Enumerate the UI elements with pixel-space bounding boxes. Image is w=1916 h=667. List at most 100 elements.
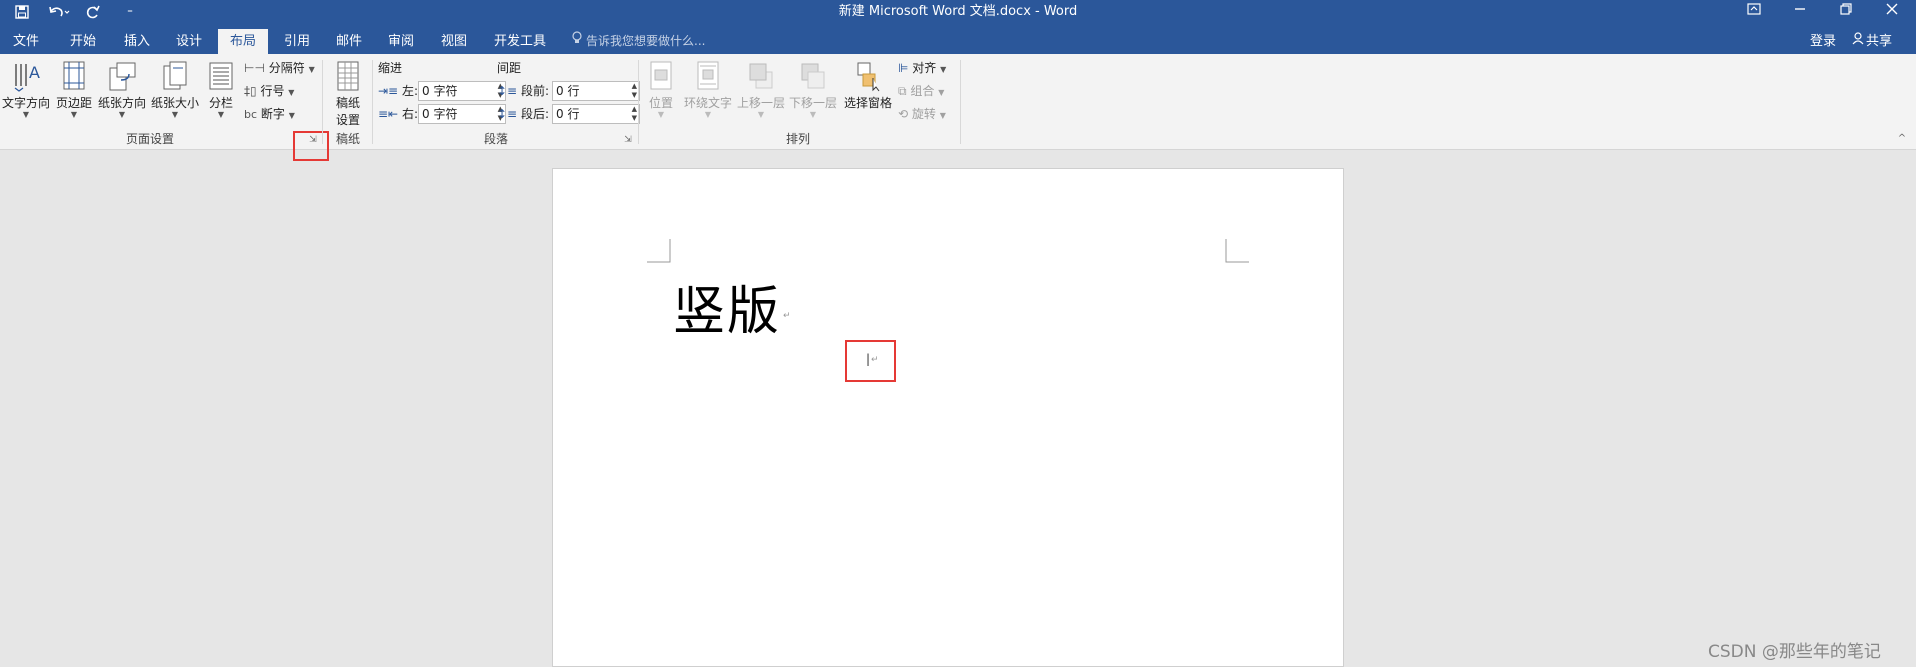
close-icon[interactable] xyxy=(1869,0,1915,24)
indent-left-text: 左: xyxy=(401,84,418,98)
spacing-after-label: ↕≡ 段后: xyxy=(497,104,549,124)
hyphenation-button[interactable]: bc 断字 ▼ xyxy=(244,104,295,124)
columns-button[interactable]: 分栏 ▼ xyxy=(204,60,238,119)
indent-left-label: ⇥≡ 左: xyxy=(378,81,418,101)
indent-right-label: ≡⇤ 右: xyxy=(378,104,418,124)
tab-layout[interactable]: 布局 xyxy=(218,29,268,54)
minimize-icon[interactable] xyxy=(1777,0,1823,24)
breaks-button[interactable]: ⊢⊣ 分隔符 ▼ xyxy=(244,58,315,78)
breaks-label: 分隔符 xyxy=(268,61,305,75)
margins-icon xyxy=(63,61,85,90)
rotate-icon: ⟲ xyxy=(898,107,909,121)
position-button[interactable]: 位置 ▼ xyxy=(644,60,678,119)
indent-heading: 缩进 xyxy=(378,61,403,75)
person-icon xyxy=(1852,29,1864,54)
highlight-box-cursor xyxy=(845,340,896,382)
svg-text:A: A xyxy=(29,63,40,82)
group-button[interactable]: ⧉ 组合 ▼ xyxy=(898,81,944,101)
size-label: 纸张大小 xyxy=(150,96,199,110)
line-numbers-button[interactable]: ‡▯ 行号 ▼ xyxy=(244,81,294,101)
columns-icon xyxy=(209,62,233,90)
paragraph-mark: ↵ xyxy=(783,311,791,321)
wrap-text-icon xyxy=(697,61,719,90)
align-button[interactable]: ⊫ 对齐 ▼ xyxy=(898,58,946,78)
chevron-down-icon: ▼ xyxy=(809,110,817,119)
lightbulb-icon xyxy=(572,29,582,54)
manuscript-settings-button[interactable]: 稿纸 设置 xyxy=(328,60,368,128)
breaks-icon: ⊢⊣ xyxy=(244,61,265,75)
text-direction-label: 文字方向 xyxy=(1,96,50,110)
tab-review[interactable]: 审阅 xyxy=(378,29,424,54)
spacing-after-input[interactable]: 0 行 ▲ ▼ xyxy=(552,104,640,124)
manuscript-icon xyxy=(337,61,359,91)
chevron-down-icon: ▼ xyxy=(118,110,126,119)
line-numbers-label: 行号 xyxy=(260,84,285,98)
selection-pane-button[interactable]: 选择窗格 xyxy=(842,60,894,111)
chevron-down-icon: ▼ xyxy=(22,110,30,119)
document-page[interactable]: 竖版 ↵ | ↵ xyxy=(552,168,1344,667)
tell-me-box[interactable]: 告诉我您想要做什么... xyxy=(572,29,705,54)
tab-mailings[interactable]: 邮件 xyxy=(326,29,372,54)
wrap-text-label: 环绕文字 xyxy=(683,96,732,110)
indent-left-icon: ⇥≡ xyxy=(378,84,399,98)
paragraph-dialog-launcher-icon[interactable]: ⇲ xyxy=(622,135,634,147)
title-bar: ⁼ 新建 Microsoft Word 文档.docx - Word xyxy=(0,0,1916,24)
tab-references[interactable]: 引用 xyxy=(274,29,320,54)
size-button[interactable]: 纸张大小 ▼ xyxy=(150,60,200,119)
manuscript-label-2: 设置 xyxy=(335,113,360,127)
spacing-after-text: 段后: xyxy=(520,107,549,121)
signin-link[interactable]: 登录 xyxy=(1810,29,1836,54)
group-label: 组合 xyxy=(910,84,935,98)
send-backward-button[interactable]: 下移一层 ▼ xyxy=(788,60,838,119)
tab-file[interactable]: 文件 xyxy=(4,29,48,54)
spin-arrows-icon[interactable]: ▲ ▼ xyxy=(632,105,637,123)
margins-label: 页边距 xyxy=(55,96,92,110)
ribbon: A 文字方向 ▼ 页边距 ▼ 纸张方向 ▼ 纸张大小 ▼ 分栏 ▼ ⊢⊣ 分隔符… xyxy=(0,54,1916,161)
text-direction-icon: A xyxy=(14,63,40,92)
rotate-label: 旋转 xyxy=(911,107,936,121)
tab-design[interactable]: 设计 xyxy=(166,29,212,54)
chevron-down-icon: ▼ xyxy=(171,110,179,119)
orientation-button[interactable]: 纸张方向 ▼ xyxy=(96,60,148,119)
rotate-button[interactable]: ⟲ 旋转 ▼ xyxy=(898,104,946,124)
restore-icon[interactable] xyxy=(1823,0,1869,24)
bring-forward-label: 上移一层 xyxy=(736,96,785,110)
collapse-ribbon-icon[interactable]: ^ xyxy=(1896,134,1908,146)
document-heading[interactable]: 竖版 xyxy=(673,269,781,344)
indent-right-text: 右: xyxy=(401,107,418,121)
send-backward-label: 下移一层 xyxy=(788,96,837,110)
chevron-down-icon: ▼ xyxy=(757,110,765,119)
spacing-before-label: ↕≡ 段前: xyxy=(497,81,549,101)
margins-button[interactable]: 页边距 ▼ xyxy=(54,60,94,119)
wrap-text-button[interactable]: 环绕文字 ▼ xyxy=(682,60,734,119)
tab-developer[interactable]: 开发工具 xyxy=(486,29,554,54)
manuscript-label-1: 稿纸 xyxy=(335,96,360,110)
paragraph-group-label: 段落 xyxy=(483,132,508,146)
tab-home[interactable]: 开始 xyxy=(60,29,106,54)
indent-left-value: 0 字符 xyxy=(422,84,458,98)
chevron-down-icon: ▼ xyxy=(70,110,78,119)
text-direction-button[interactable]: A 文字方向 ▼ xyxy=(0,60,52,119)
chevron-down-icon: ▼ xyxy=(657,110,665,119)
spacing-heading: 间距 xyxy=(497,61,522,75)
indent-left-input[interactable]: 0 字符 ▲ ▼ xyxy=(418,81,506,101)
share-button[interactable]: 共享 xyxy=(1852,29,1892,54)
chevron-down-icon: ▼ xyxy=(704,110,712,119)
tab-insert[interactable]: 插入 xyxy=(114,29,160,54)
tab-view[interactable]: 视图 xyxy=(431,29,477,54)
bring-forward-button[interactable]: 上移一层 ▼ xyxy=(736,60,786,119)
indent-right-value: 0 字符 xyxy=(422,107,458,121)
ribbon-display-options-icon[interactable] xyxy=(1731,0,1777,24)
spin-arrows-icon[interactable]: ▲ ▼ xyxy=(632,82,637,100)
crop-mark-left xyxy=(647,239,671,263)
chevron-down-icon: ▼ xyxy=(217,110,225,119)
highlight-box-launcher xyxy=(293,131,329,161)
send-backward-icon xyxy=(801,63,825,89)
indent-right-input[interactable]: 0 字符 ▲ ▼ xyxy=(418,104,506,124)
selection-pane-icon xyxy=(857,62,880,92)
spacing-before-icon: ↕≡ xyxy=(497,84,518,98)
columns-label: 分栏 xyxy=(208,96,233,110)
spacing-before-input[interactable]: 0 行 ▲ ▼ xyxy=(552,81,640,101)
watermark: CSDN @那些年的笔记 xyxy=(1708,642,1881,662)
group-icon: ⧉ xyxy=(898,84,907,98)
